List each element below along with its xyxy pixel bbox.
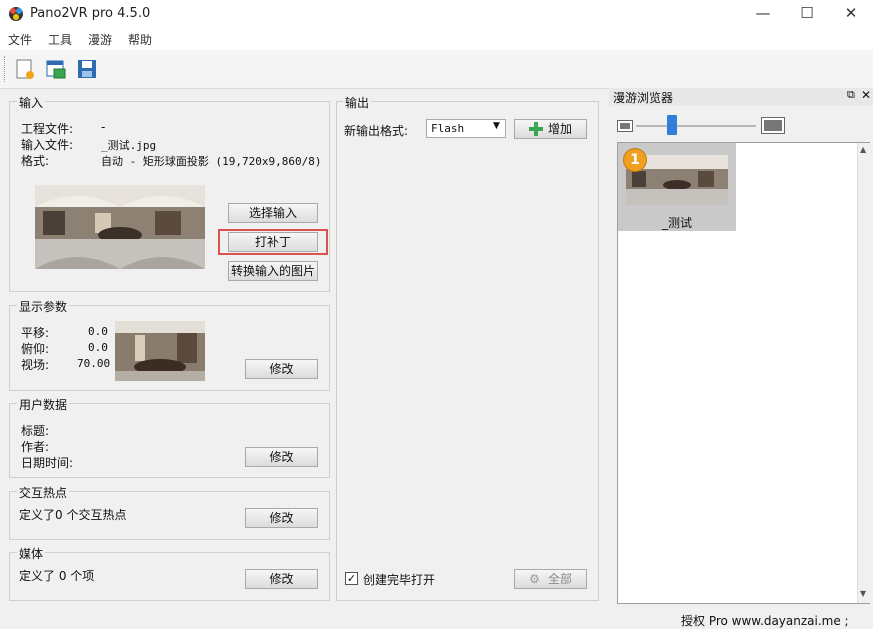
save-project-icon[interactable]: [76, 58, 98, 80]
tilt-value: 0.0: [88, 341, 108, 354]
gears-icon: ⚙: [529, 572, 540, 586]
minimize-button[interactable]: —: [741, 0, 785, 28]
display-group-title: 显示参数: [17, 298, 70, 315]
menu-file[interactable]: 文件: [8, 31, 32, 48]
close-panel-icon[interactable]: ✕: [861, 88, 871, 102]
toolbar-grip[interactable]: [4, 56, 8, 82]
display-modify-button[interactable]: 修改: [245, 359, 318, 379]
open-project-icon[interactable]: [45, 58, 67, 80]
tour-scrollbar[interactable]: ▲ ▼: [857, 143, 870, 603]
project-file-label: 工程文件:: [21, 122, 74, 136]
open-after-checkbox[interactable]: ✓: [345, 572, 358, 585]
menu-tour[interactable]: 漫游: [88, 31, 112, 48]
build-all-label: 全部: [548, 572, 573, 586]
chevron-down-icon: ▼: [493, 121, 500, 131]
format-label: 格式:: [21, 154, 50, 168]
zoom-slider-track[interactable]: [636, 125, 756, 127]
input-group-title: 输入: [17, 94, 46, 111]
tour-browser-area[interactable]: 1 _测试 ▲ ▼: [617, 142, 870, 604]
tour-browser-header: 漫游浏览器 ⧉ ✕: [609, 88, 873, 106]
maximize-button[interactable]: ☐: [785, 0, 829, 28]
fov-value: 70.00: [77, 357, 111, 370]
user-data-modify-button[interactable]: 修改: [245, 447, 318, 467]
small-thumbnail-icon[interactable]: [617, 120, 633, 132]
media-modify-button[interactable]: 修改: [245, 569, 318, 589]
large-thumbnail-icon[interactable]: [761, 117, 785, 134]
license-status: 授权 Pro www.dayanzai.me ;: [681, 614, 849, 628]
pan-value: 0.0: [88, 325, 108, 338]
project-file-value: -: [101, 120, 106, 134]
tour-item[interactable]: 1 _测试: [618, 143, 736, 231]
window-title: Pano2VR pro 4.5.0: [30, 6, 151, 21]
scroll-down-icon[interactable]: ▼: [860, 589, 866, 598]
select-input-button[interactable]: 选择输入: [228, 203, 318, 223]
convert-input-button[interactable]: 转换输入的图片: [228, 261, 318, 281]
author-label: 作者:: [21, 440, 50, 454]
user-data-group-title: 用户数据: [17, 396, 70, 413]
output-group: [336, 101, 599, 601]
new-format-label: 新输出格式:: [344, 124, 409, 138]
datetime-label: 日期时间:: [21, 456, 74, 470]
add-output-button[interactable]: 增加: [514, 119, 587, 139]
output-format-select[interactable]: Flash ▼: [426, 119, 506, 138]
media-summary: 定义了 0 个项: [19, 569, 95, 583]
close-button[interactable]: ✕: [829, 0, 873, 28]
menu-help[interactable]: 帮助: [128, 31, 152, 48]
panorama-thumbnail: [35, 185, 205, 269]
float-panel-icon[interactable]: ⧉: [847, 88, 855, 102]
patch-button[interactable]: 打补丁: [228, 232, 318, 252]
tour-item-label: _测试: [661, 216, 692, 230]
output-format-value: Flash: [431, 122, 465, 135]
build-all-button[interactable]: ⚙ 全部: [514, 569, 587, 589]
app-logo-icon: [9, 7, 23, 21]
user-title-label: 标题:: [21, 424, 50, 438]
open-after-label: 创建完毕打开: [363, 573, 436, 587]
tour-item-badge: 1: [623, 148, 647, 172]
menu-tools[interactable]: 工具: [48, 31, 72, 48]
scroll-up-icon[interactable]: ▲: [860, 145, 866, 154]
toolbar: [0, 50, 873, 89]
hotspot-summary: 定义了0 个交互热点: [19, 508, 127, 522]
title-bar: Pano2VR pro 4.5.0 — ☐ ✕: [0, 0, 873, 28]
hotspot-group-title: 交互热点: [17, 484, 70, 501]
pan-label: 平移:: [21, 326, 50, 340]
fov-label: 视场:: [21, 358, 50, 372]
format-value: 自动 - 矩形球面投影 (19,720x9,860/8): [101, 155, 322, 168]
tilt-label: 俯仰:: [21, 342, 50, 356]
status-bar: 授权 Pro www.dayanzai.me ;: [0, 607, 873, 628]
input-file-label: 输入文件:: [21, 138, 74, 152]
output-group-title: 输出: [343, 94, 372, 111]
media-group-title: 媒体: [17, 545, 46, 562]
add-output-label: 增加: [548, 122, 573, 136]
menu-bar: 文件 工具 漫游 帮助: [0, 28, 873, 50]
view-preview-thumbnail: [115, 321, 205, 381]
hotspot-modify-button[interactable]: 修改: [245, 508, 318, 528]
new-project-icon[interactable]: [14, 58, 36, 80]
plus-icon: [529, 122, 543, 136]
input-file-value: _测试.jpg: [101, 139, 157, 152]
tour-browser-title: 漫游浏览器: [613, 91, 674, 105]
zoom-slider-thumb[interactable]: [667, 115, 677, 135]
